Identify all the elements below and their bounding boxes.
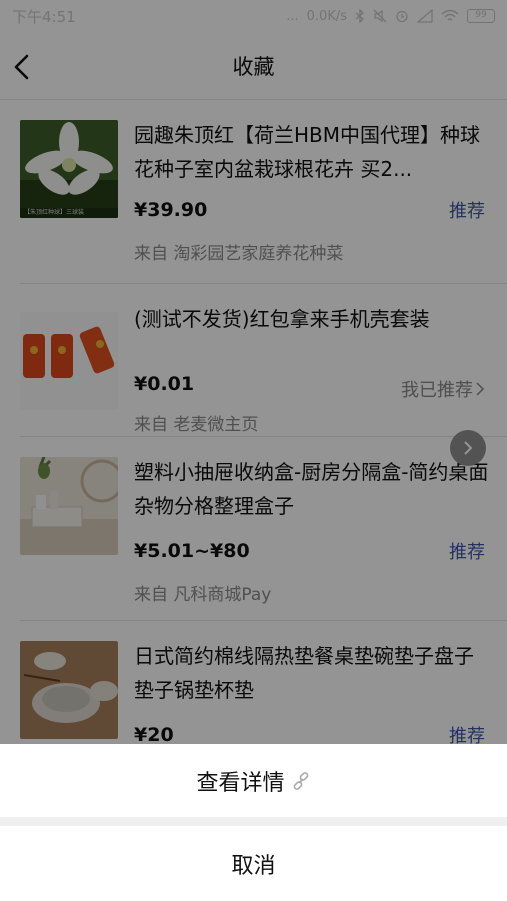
link-icon <box>293 771 308 790</box>
cancel-button[interactable]: 取消 <box>0 826 507 901</box>
view-details-label: 查看详情 <box>196 770 285 796</box>
action-sheet: 查看详情 取消 <box>0 744 507 901</box>
view-details-button[interactable]: 查看详情 <box>0 744 507 817</box>
